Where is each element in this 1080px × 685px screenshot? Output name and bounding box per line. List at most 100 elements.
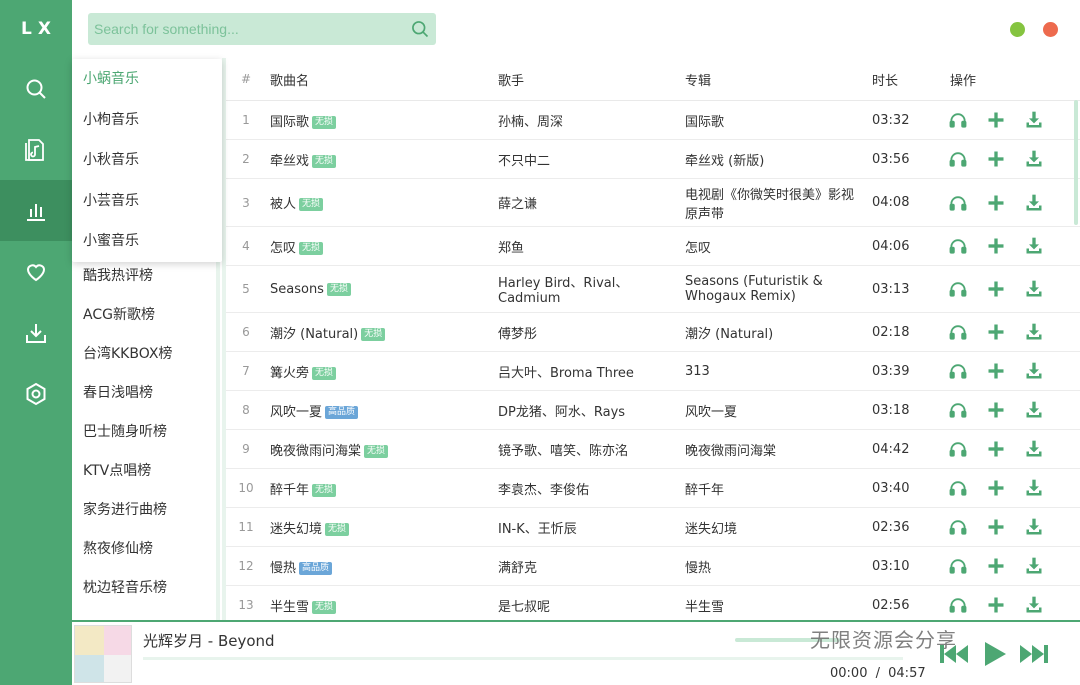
- table-row[interactable]: 5 Seasons 无损 Harley Bird、Rival、Cadmium Seaso…: [226, 266, 1080, 313]
- album: 怎叹: [685, 240, 712, 256]
- board-item[interactable]: ACG新歌榜: [72, 296, 220, 335]
- album: 慢热: [685, 560, 712, 576]
- duration: 03:13: [872, 281, 910, 297]
- board-item[interactable]: 熬夜修仙榜: [72, 530, 220, 569]
- listen-icon[interactable]: [948, 517, 968, 537]
- nav-search[interactable]: [0, 58, 72, 119]
- board-item[interactable]: 枕边轻音乐榜: [72, 569, 220, 608]
- download-icon[interactable]: [1024, 595, 1044, 615]
- table-row[interactable]: 6 潮汐 (Natural) 无损 傅梦彤 潮汐 (Natural) 02:18: [226, 313, 1080, 352]
- table-row[interactable]: 2 牵丝戏 无损 不只中二 牵丝戏 (新版) 03:56: [226, 140, 1080, 179]
- listen-icon[interactable]: [948, 400, 968, 420]
- add-icon[interactable]: [986, 149, 1006, 169]
- minimize-button[interactable]: [1010, 22, 1025, 37]
- add-icon[interactable]: [986, 322, 1006, 342]
- table-row[interactable]: 3 被人 无损 薛之谦 电视剧《你微笑时很美》影视原声带 04:08: [226, 179, 1080, 227]
- play-icon[interactable]: [980, 640, 1008, 668]
- download-icon[interactable]: [1024, 361, 1044, 381]
- source-item[interactable]: 小蜜音乐: [72, 221, 222, 262]
- download-icon[interactable]: [1024, 478, 1044, 498]
- next-icon[interactable]: [1018, 642, 1050, 666]
- add-icon[interactable]: [986, 400, 1006, 420]
- source-item[interactable]: 小枸音乐: [72, 100, 222, 141]
- table-row[interactable]: 13 半生雪 无损 是七叔呢 半生雪 02:56: [226, 586, 1080, 620]
- add-icon[interactable]: [986, 517, 1006, 537]
- board-item[interactable]: KTV点唱榜: [72, 452, 220, 491]
- download-icon[interactable]: [1024, 149, 1044, 169]
- previous-icon[interactable]: [938, 642, 970, 666]
- nav-download[interactable]: [0, 302, 72, 363]
- download-icon[interactable]: [1024, 439, 1044, 459]
- download-icon[interactable]: [1024, 556, 1044, 576]
- download-icon[interactable]: [1024, 110, 1044, 130]
- row-num: 4: [242, 239, 250, 253]
- board-item[interactable]: 酷我热评榜: [72, 257, 220, 296]
- add-icon[interactable]: [986, 361, 1006, 381]
- search-input[interactable]: [94, 21, 410, 37]
- album: 醉千年: [685, 482, 725, 498]
- board-item[interactable]: 台湾KKBOX榜: [72, 335, 220, 374]
- album: 潮汐 (Natural): [685, 326, 774, 342]
- nav-leaderboard[interactable]: [0, 180, 72, 241]
- add-icon[interactable]: [986, 236, 1006, 256]
- nav-favorites[interactable]: [0, 241, 72, 302]
- nav-song-list[interactable]: [0, 119, 72, 180]
- board-item[interactable]: 家务进行曲榜: [72, 491, 220, 530]
- download-icon[interactable]: [1024, 517, 1044, 537]
- table-row[interactable]: 8 风吹一夏 高品质 DP龙猪、阿水、Rays 风吹一夏 03:18: [226, 391, 1080, 430]
- source-dropdown: 小蜗音乐 小枸音乐 小秋音乐 小芸音乐 小蜜音乐: [72, 59, 222, 262]
- row-actions: [942, 478, 1072, 498]
- listen-icon[interactable]: [948, 236, 968, 256]
- song-name-cell: 怎叹 无损: [266, 237, 498, 256]
- add-icon[interactable]: [986, 110, 1006, 130]
- listen-icon[interactable]: [948, 478, 968, 498]
- download-icon[interactable]: [1024, 279, 1044, 299]
- board-item[interactable]: 巴士随身听榜: [72, 413, 220, 452]
- table-row[interactable]: 11 迷失幻境 无损 IN-K、王忻辰 迷失幻境 02:36: [226, 508, 1080, 547]
- search-bar: [88, 13, 436, 45]
- add-icon[interactable]: [986, 279, 1006, 299]
- listen-icon[interactable]: [948, 193, 968, 213]
- download-icon[interactable]: [1024, 400, 1044, 420]
- table-row[interactable]: 1 国际歌 无损 孙楠、周深 国际歌 03:32: [226, 101, 1080, 140]
- source-item[interactable]: 小芸音乐: [72, 181, 222, 222]
- board-item[interactable]: 春日浅唱榜: [72, 374, 220, 413]
- listen-icon[interactable]: [948, 279, 968, 299]
- download-icon[interactable]: [1024, 236, 1044, 256]
- table-row[interactable]: 9 晚夜微雨问海棠 无损 镜予歌、嘻笑、陈亦洺 晚夜微雨问海棠 04:42: [226, 430, 1080, 469]
- quality-badge: 高品质: [299, 561, 333, 575]
- now-playing-title: 光辉岁月 - Beyond: [143, 632, 275, 650]
- download-icon[interactable]: [1024, 322, 1044, 342]
- listen-icon[interactable]: [948, 149, 968, 169]
- table-row[interactable]: 12 慢热 高品质 满舒克 慢热 03:10: [226, 547, 1080, 586]
- table-row[interactable]: 10 醉千年 无损 李袁杰、李俊佑 醉千年 03:40: [226, 469, 1080, 508]
- add-icon[interactable]: [986, 439, 1006, 459]
- download-icon[interactable]: [1024, 193, 1044, 213]
- add-icon[interactable]: [986, 193, 1006, 213]
- table-row[interactable]: 7 篝火旁 无损 吕大叶、Broma Three 313 03:39: [226, 352, 1080, 391]
- add-icon[interactable]: [986, 478, 1006, 498]
- source-item[interactable]: 小秋音乐: [72, 140, 222, 181]
- listen-icon[interactable]: [948, 595, 968, 615]
- add-icon[interactable]: [986, 556, 1006, 576]
- song-name: 国际歌: [270, 114, 310, 130]
- listen-icon[interactable]: [948, 361, 968, 381]
- close-button[interactable]: [1043, 22, 1058, 37]
- nav-settings[interactable]: [0, 363, 72, 424]
- row-num: 12: [238, 559, 254, 573]
- search-icon[interactable]: [410, 19, 430, 39]
- listen-icon[interactable]: [948, 439, 968, 459]
- table-header: # 歌曲名 歌手 专辑 时长 操作: [226, 58, 1080, 101]
- album-cover[interactable]: [74, 625, 132, 683]
- listen-icon[interactable]: [948, 556, 968, 576]
- listen-icon[interactable]: [948, 110, 968, 130]
- scrollbar[interactable]: [1074, 100, 1078, 225]
- listen-icon[interactable]: [948, 322, 968, 342]
- duration: 02:18: [872, 324, 910, 340]
- add-icon[interactable]: [986, 595, 1006, 615]
- progress-bar[interactable]: [143, 657, 903, 660]
- table-row[interactable]: 4 怎叹 无损 郑鱼 怎叹 04:06: [226, 227, 1080, 266]
- song-name: 慢热: [270, 560, 297, 576]
- source-item[interactable]: 小蜗音乐: [72, 59, 222, 100]
- song-table: # 歌曲名 歌手 专辑 时长 操作 1 国际歌 无损 孙楠、周深 国际歌 03:32 2 牵丝…: [222, 58, 1080, 620]
